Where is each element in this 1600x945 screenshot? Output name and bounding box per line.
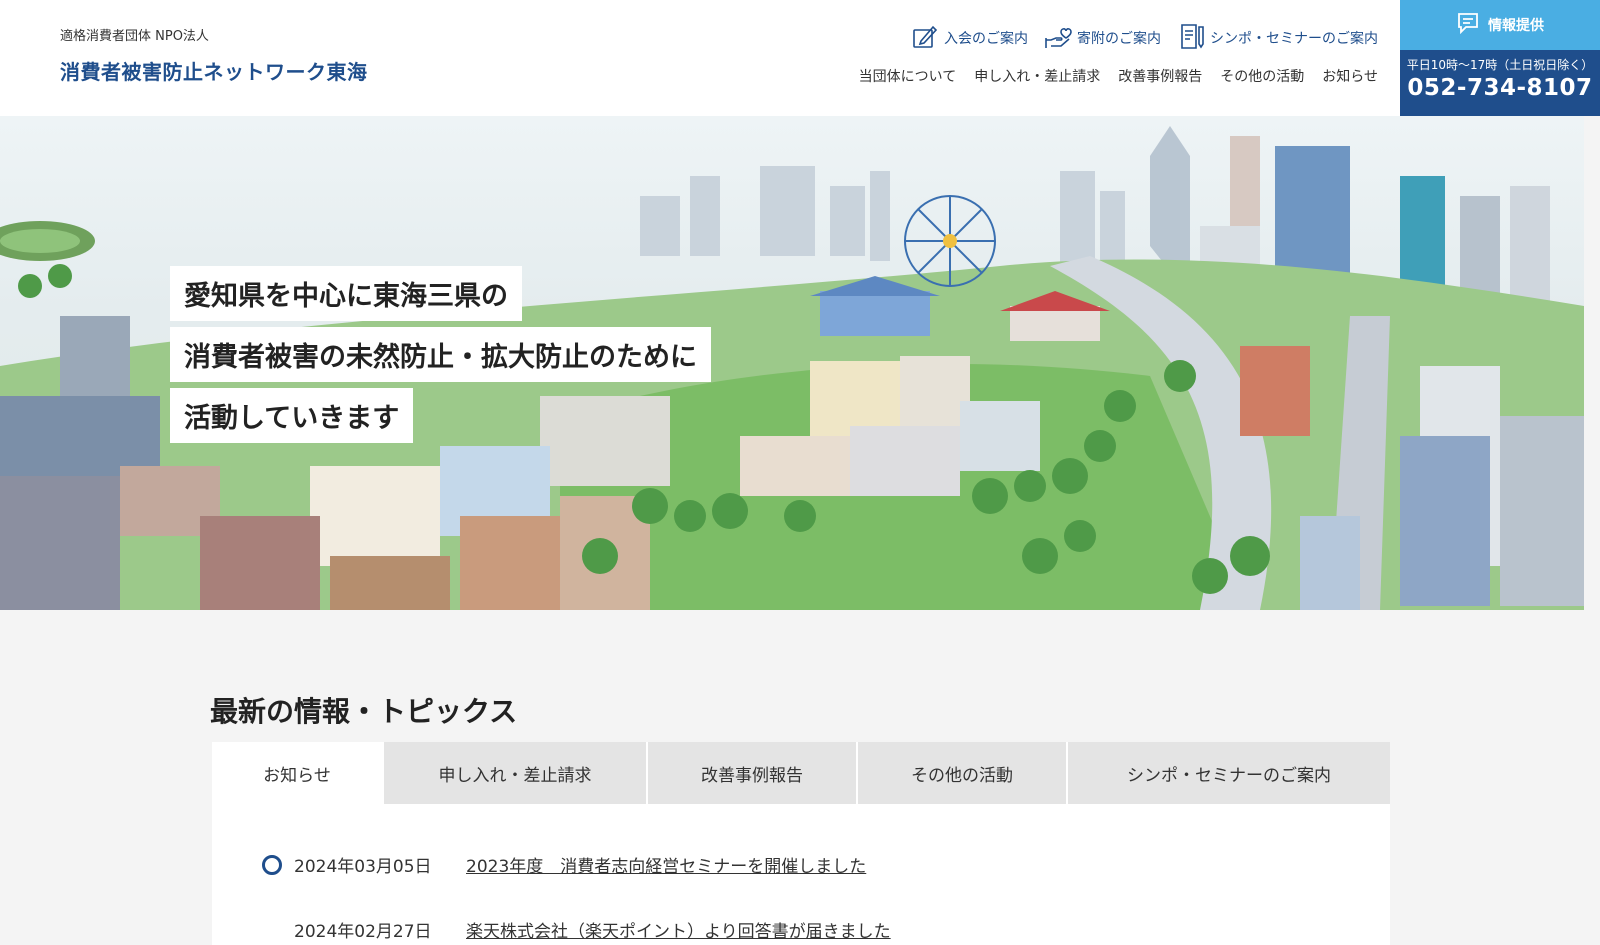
hero-line-3: 活動していきます <box>170 388 414 443</box>
site-header: 適格消費者団体 NPO法人 消費者被害防止ネットワーク東海 入会のご案内 寄附の… <box>0 0 1600 116</box>
seminar-link-label: シンポ・セミナーのご案内 <box>1210 31 1378 47</box>
hero-banner: 愛知県を中心に東海三県の 消費者被害の未然防止・拡大防止のために 活動していきま… <box>0 116 1584 610</box>
hero-line-2-wrap: 消費者被害の未然防止・拡大防止のために <box>170 327 711 382</box>
news-title-link[interactable]: 2023年度 消費者志向経営セミナーを開催しました <box>466 852 866 877</box>
info-provide-button[interactable]: 情報提供 <box>1400 0 1600 50</box>
top-links: 入会のご案内 寄附のご案内 シンポ・セミナーのご案内 <box>911 22 1378 54</box>
document-icon <box>1177 22 1205 54</box>
nav-item-injunction[interactable]: 申し入れ・差止請求 <box>974 66 1100 86</box>
news-title-link[interactable]: 楽天株式会社（楽天ポイント）より回答書が届きました <box>466 917 891 942</box>
new-marker-icon <box>262 854 282 875</box>
tab-seminar[interactable]: シンポ・セミナーのご案内 <box>1068 742 1390 804</box>
org-type: 適格消費者団体 NPO法人 <box>60 29 209 44</box>
pen-form-icon <box>911 22 939 54</box>
site-logo-title[interactable]: 消費者被害防止ネットワーク東海 <box>60 56 368 85</box>
contact-phone-box: 平日10時～17時（土日祝日除く） 052-734-8107 <box>1400 50 1600 116</box>
news-date: 2024年02月27日 <box>294 922 432 942</box>
nav-item-news[interactable]: お知らせ <box>1322 66 1378 86</box>
donation-link[interactable]: 寄附のご案内 <box>1044 22 1161 54</box>
heart-hand-icon <box>1044 22 1072 54</box>
news-list: 2024年03月05日 2023年度 消費者志向経営セミナーを開催しました 20… <box>212 804 1390 945</box>
membership-link[interactable]: 入会のご案内 <box>911 22 1028 54</box>
hero-line-3-wrap: 活動していきます <box>170 388 414 443</box>
info-box: 情報提供 平日10時～17時（土日祝日除く） 052-734-8107 <box>1400 0 1600 116</box>
contact-phone[interactable]: 052-734-8107 <box>1400 75 1600 101</box>
chat-bubble-icon <box>1456 12 1480 38</box>
seminar-link[interactable]: シンポ・セミナーのご案内 <box>1177 22 1378 54</box>
tab-news[interactable]: お知らせ <box>212 742 384 804</box>
list-item: 2024年03月05日 2023年度 消費者志向経営セミナーを開催しました <box>262 852 866 877</box>
membership-link-label: 入会のご案内 <box>944 31 1028 47</box>
tab-other-activities[interactable]: その他の活動 <box>858 742 1068 804</box>
topics-tabs: お知らせ 申し入れ・差止請求 改善事例報告 その他の活動 シンポ・セミナーのご案… <box>212 742 1390 804</box>
hero-line-2: 消費者被害の未然防止・拡大防止のために <box>170 327 711 382</box>
tab-injunction[interactable]: 申し入れ・差止請求 <box>384 742 648 804</box>
topics-title: 最新の情報・トピックス <box>210 695 518 728</box>
nav-item-about[interactable]: 当団体について <box>859 66 957 86</box>
nav-item-other-activities[interactable]: その他の活動 <box>1220 66 1304 86</box>
hero-line-1-wrap: 愛知県を中心に東海三県の <box>170 266 522 321</box>
hero-line-1: 愛知県を中心に東海三県の <box>170 266 522 321</box>
nav-item-improvement[interactable]: 改善事例報告 <box>1118 66 1202 86</box>
contact-hours: 平日10時～17時（土日祝日除く） <box>1406 58 1594 72</box>
list-item: 2024年02月27日 楽天株式会社（楽天ポイント）より回答書が届きました <box>262 917 891 942</box>
news-date: 2024年03月05日 <box>294 857 432 877</box>
main-nav: 当団体について 申し入れ・差止請求 改善事例報告 その他の活動 お知らせ <box>859 66 1378 86</box>
info-provide-label: 情報提供 <box>1488 18 1544 34</box>
donation-link-label: 寄附のご案内 <box>1077 31 1161 47</box>
tab-improvement[interactable]: 改善事例報告 <box>648 742 858 804</box>
bullet-spacer <box>262 920 282 940</box>
